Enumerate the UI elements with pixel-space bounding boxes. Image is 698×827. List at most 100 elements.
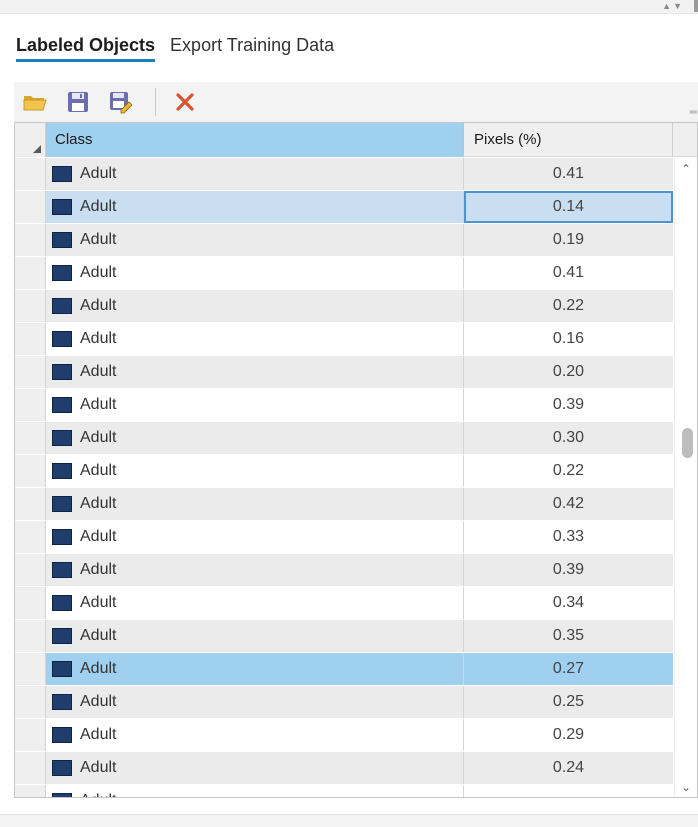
toolbar: ═ xyxy=(14,82,698,122)
save-as-button[interactable] xyxy=(108,90,134,114)
pixels-cell[interactable]: 0.35 xyxy=(464,620,673,652)
row-header[interactable] xyxy=(15,191,46,223)
table-row[interactable]: Adult 0.14 xyxy=(15,191,673,224)
column-header-class[interactable]: Class xyxy=(46,123,464,157)
class-cell[interactable]: Adult xyxy=(46,290,464,322)
table-row[interactable]: Adult 0.41 xyxy=(15,158,673,191)
column-header-pixels[interactable]: Pixels (%) xyxy=(464,123,673,157)
table-row[interactable]: Adult 0.22 xyxy=(15,455,673,488)
class-cell[interactable]: Adult xyxy=(46,158,464,190)
table-row[interactable]: Adult 0.24 xyxy=(15,752,673,785)
class-name: Adult xyxy=(80,495,117,512)
pixels-cell[interactable]: 0.30 xyxy=(464,422,673,454)
pixels-cell[interactable]: 0.29 xyxy=(464,719,673,751)
class-cell[interactable]: Adult xyxy=(46,587,464,619)
row-header[interactable] xyxy=(15,224,46,256)
table-row[interactable]: Adult 0.22 xyxy=(15,290,673,323)
pixels-cell[interactable]: 0.19 xyxy=(464,224,673,256)
table-row[interactable]: Adult xyxy=(15,785,673,797)
pixels-cell[interactable]: 0.25 xyxy=(464,686,673,718)
class-cell[interactable]: Adult xyxy=(46,422,464,454)
delete-button[interactable] xyxy=(172,90,198,114)
row-header[interactable] xyxy=(15,356,46,388)
scrollbar-thumb[interactable] xyxy=(682,428,693,458)
table-row[interactable]: Adult 0.34 xyxy=(15,587,673,620)
pixels-cell[interactable]: 0.22 xyxy=(464,455,673,487)
pixels-cell[interactable]: 0.16 xyxy=(464,323,673,355)
table-row[interactable]: Adult 0.42 xyxy=(15,488,673,521)
table-row[interactable]: Adult 0.19 xyxy=(15,224,673,257)
scroll-down-icon[interactable]: ⌄ xyxy=(681,780,691,794)
pixels-cell[interactable]: 0.27 xyxy=(464,653,673,685)
class-cell[interactable]: Adult xyxy=(46,488,464,520)
class-cell[interactable]: Adult xyxy=(46,785,464,797)
tab-export-training-data[interactable]: Export Training Data xyxy=(170,30,334,62)
class-cell[interactable]: Adult xyxy=(46,752,464,784)
pixels-cell[interactable]: 0.24 xyxy=(464,752,673,784)
table-row[interactable]: Adult 0.27 xyxy=(15,653,673,686)
table-row[interactable]: Adult 0.16 xyxy=(15,323,673,356)
row-header[interactable] xyxy=(15,686,46,718)
pixels-cell[interactable]: 0.41 xyxy=(464,158,673,190)
pixels-cell[interactable]: 0.33 xyxy=(464,521,673,553)
open-button[interactable] xyxy=(22,90,48,114)
pixels-cell[interactable]: 0.14 xyxy=(464,191,673,223)
row-header[interactable] xyxy=(15,257,46,289)
table-row[interactable]: Adult 0.41 xyxy=(15,257,673,290)
row-header[interactable] xyxy=(15,422,46,454)
pixels-cell[interactable]: 0.20 xyxy=(464,356,673,388)
table-row[interactable]: Adult 0.20 xyxy=(15,356,673,389)
row-header[interactable] xyxy=(15,620,46,652)
class-cell[interactable]: Adult xyxy=(46,653,464,685)
row-header[interactable] xyxy=(15,719,46,751)
class-name: Adult xyxy=(80,297,117,314)
pixels-cell[interactable]: 0.39 xyxy=(464,389,673,421)
row-header[interactable] xyxy=(15,653,46,685)
table-row[interactable]: Adult 0.29 xyxy=(15,719,673,752)
pixels-cell[interactable] xyxy=(464,785,673,797)
row-header[interactable] xyxy=(15,290,46,322)
row-header[interactable] xyxy=(15,323,46,355)
class-cell[interactable]: Adult xyxy=(46,323,464,355)
row-header[interactable] xyxy=(15,752,46,784)
tab-labeled-objects[interactable]: Labeled Objects xyxy=(16,30,156,62)
vertical-scrollbar[interactable]: ⌃ ⌄ xyxy=(674,158,697,797)
class-cell[interactable]: Adult xyxy=(46,389,464,421)
class-cell[interactable]: Adult xyxy=(46,191,464,223)
row-header[interactable] xyxy=(15,158,46,190)
pixels-cell[interactable]: 0.34 xyxy=(464,587,673,619)
panel-arrows-icon[interactable]: ▲▼ xyxy=(662,0,684,12)
class-cell[interactable]: Adult xyxy=(46,224,464,256)
class-cell[interactable]: Adult xyxy=(46,257,464,289)
pixels-cell[interactable]: 0.41 xyxy=(464,257,673,289)
table-row[interactable]: Adult 0.30 xyxy=(15,422,673,455)
class-cell[interactable]: Adult xyxy=(46,521,464,553)
class-cell[interactable]: Adult xyxy=(46,356,464,388)
class-name: Adult xyxy=(80,693,117,710)
row-header[interactable] xyxy=(15,587,46,619)
class-cell[interactable]: Adult xyxy=(46,719,464,751)
table-row[interactable]: Adult 0.39 xyxy=(15,554,673,587)
labeled-objects-grid: Class Pixels (%) Adult 0.41 Adult 0.14 Adult… xyxy=(14,122,698,798)
row-header[interactable] xyxy=(15,488,46,520)
class-cell[interactable]: Adult xyxy=(46,455,464,487)
row-header[interactable] xyxy=(15,785,46,797)
save-button[interactable] xyxy=(65,90,91,114)
select-all-corner[interactable] xyxy=(15,123,46,157)
table-row[interactable]: Adult 0.35 xyxy=(15,620,673,653)
row-header[interactable] xyxy=(15,521,46,553)
table-row[interactable]: Adult 0.25 xyxy=(15,686,673,719)
pixels-cell[interactable]: 0.22 xyxy=(464,290,673,322)
class-cell[interactable]: Adult xyxy=(46,620,464,652)
row-header[interactable] xyxy=(15,554,46,586)
pixels-cell[interactable]: 0.42 xyxy=(464,488,673,520)
scroll-up-icon[interactable]: ⌃ xyxy=(681,162,691,176)
row-header[interactable] xyxy=(15,389,46,421)
class-cell[interactable]: Adult xyxy=(46,686,464,718)
class-cell[interactable]: Adult xyxy=(46,554,464,586)
table-row[interactable]: Adult 0.39 xyxy=(15,389,673,422)
toolbar-overflow-icon[interactable]: ═ xyxy=(690,107,697,118)
row-header[interactable] xyxy=(15,455,46,487)
pixels-cell[interactable]: 0.39 xyxy=(464,554,673,586)
table-row[interactable]: Adult 0.33 xyxy=(15,521,673,554)
